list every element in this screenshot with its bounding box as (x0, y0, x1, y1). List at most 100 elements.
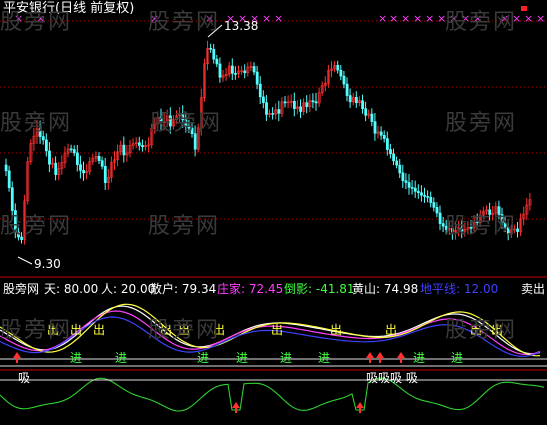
buy-arrow (376, 352, 384, 363)
indicator-ren: 人: 20.00 (101, 282, 156, 296)
candle-body (379, 131, 383, 136)
candle-body (299, 106, 303, 112)
watermark: 股旁网 (445, 111, 518, 136)
indicator-tian: 天: 80.00 (44, 282, 99, 296)
candle-body (4, 164, 8, 172)
candle-body (364, 108, 368, 116)
signal-marker: × (401, 12, 410, 25)
buy-arrow (356, 402, 364, 413)
candle-body (138, 142, 141, 146)
candle-body (44, 139, 48, 152)
candle-body (385, 138, 389, 150)
signal-marker: × (413, 12, 422, 25)
candle-body (69, 148, 73, 151)
bottom-curve (0, 377, 545, 412)
candle-body (354, 97, 358, 103)
candle-body (392, 153, 396, 162)
candle-body (407, 182, 411, 188)
candle-body (265, 102, 268, 115)
signal-marker: × (536, 12, 545, 25)
candle-body (423, 194, 427, 197)
candle-body (277, 109, 281, 114)
signal-in-label: 进 (236, 351, 248, 365)
candle-body (413, 187, 417, 192)
watermark: 股旁网 (0, 111, 73, 136)
signal-in-label: 进 (413, 351, 425, 365)
candle-body (305, 102, 309, 108)
signal-marker: × (524, 12, 533, 25)
indicator-dipingxian: 地平线: 12.00 (420, 282, 499, 296)
bottom-mid-label: 吸吸吸 吸 (366, 371, 418, 385)
candle-body (283, 101, 287, 104)
candle-body (209, 47, 213, 50)
watermark: 股旁网 (148, 318, 221, 343)
candle-body (348, 95, 352, 103)
candle-body (215, 58, 219, 65)
buy-arrow (13, 352, 21, 363)
signal-dot (521, 6, 527, 11)
candle-body (255, 71, 259, 85)
candle-body (382, 135, 386, 139)
watermark: 股旁网 (0, 318, 73, 343)
candle-body (261, 96, 265, 103)
signal-out-label: 出 (385, 323, 397, 337)
indicator-sanhu: 散户: 79.34 (150, 282, 217, 296)
indicator-daoying: 倒影: -41.81 (284, 282, 355, 296)
candle-body (231, 65, 234, 74)
candle-body (82, 170, 86, 174)
signal-in-label: 进 (197, 351, 209, 365)
candle-body (420, 192, 423, 196)
candle-body (370, 113, 374, 122)
signal-marker: × (389, 12, 398, 25)
watermark: 股旁网 (445, 10, 518, 35)
watermark: 股旁网 (0, 10, 73, 35)
candle-body (234, 73, 237, 75)
candle-body (76, 152, 79, 165)
candle-body (72, 149, 76, 154)
candle-body (395, 160, 399, 166)
buy-arrow (366, 352, 374, 363)
signal-in-label: 进 (70, 351, 82, 365)
signal-in-label: 进 (115, 351, 127, 365)
candle-body (48, 150, 51, 165)
candle-body (271, 113, 275, 115)
candle-body (103, 165, 107, 183)
candle-body (398, 164, 402, 174)
candle-body (339, 69, 343, 77)
candle-body (336, 64, 340, 71)
candle-body (438, 212, 442, 224)
watermark: 股旁网 (148, 214, 221, 239)
candle-body (311, 100, 315, 103)
candle-body (401, 172, 405, 182)
candle-body (54, 162, 58, 175)
sell-label: 卖出 (521, 282, 546, 296)
indicator-name: 股旁网 (3, 282, 40, 296)
candle-body (441, 223, 445, 227)
candle-body (373, 121, 377, 134)
signal-marker: × (274, 12, 283, 25)
watermark: 股旁网 (148, 10, 221, 35)
candle-body (404, 180, 408, 183)
candle-body (342, 75, 346, 85)
candle-body (361, 100, 365, 109)
watermark: 股旁网 (445, 318, 518, 343)
candle-body (243, 70, 247, 74)
watermark: 股旁网 (0, 214, 73, 239)
candle-body (435, 207, 439, 214)
candle-body (345, 83, 349, 96)
candle-body (97, 156, 101, 161)
signal-in-label: 进 (280, 351, 292, 365)
candle-body (212, 49, 216, 60)
candle-body (416, 191, 420, 194)
low-pointer (17, 256, 33, 265)
indicator-zhuangjia: 庄家: 72.45 (217, 282, 284, 296)
candle-body (41, 136, 45, 141)
candle-body (79, 164, 82, 171)
candle-body (258, 83, 262, 98)
candle-body (292, 101, 296, 109)
buy-arrow (232, 402, 240, 413)
signal-out-label: 出 (93, 323, 105, 337)
signal-out-label: 出 (271, 323, 283, 337)
price-high-label: 13.38 (224, 19, 259, 33)
candle-body (7, 170, 11, 188)
